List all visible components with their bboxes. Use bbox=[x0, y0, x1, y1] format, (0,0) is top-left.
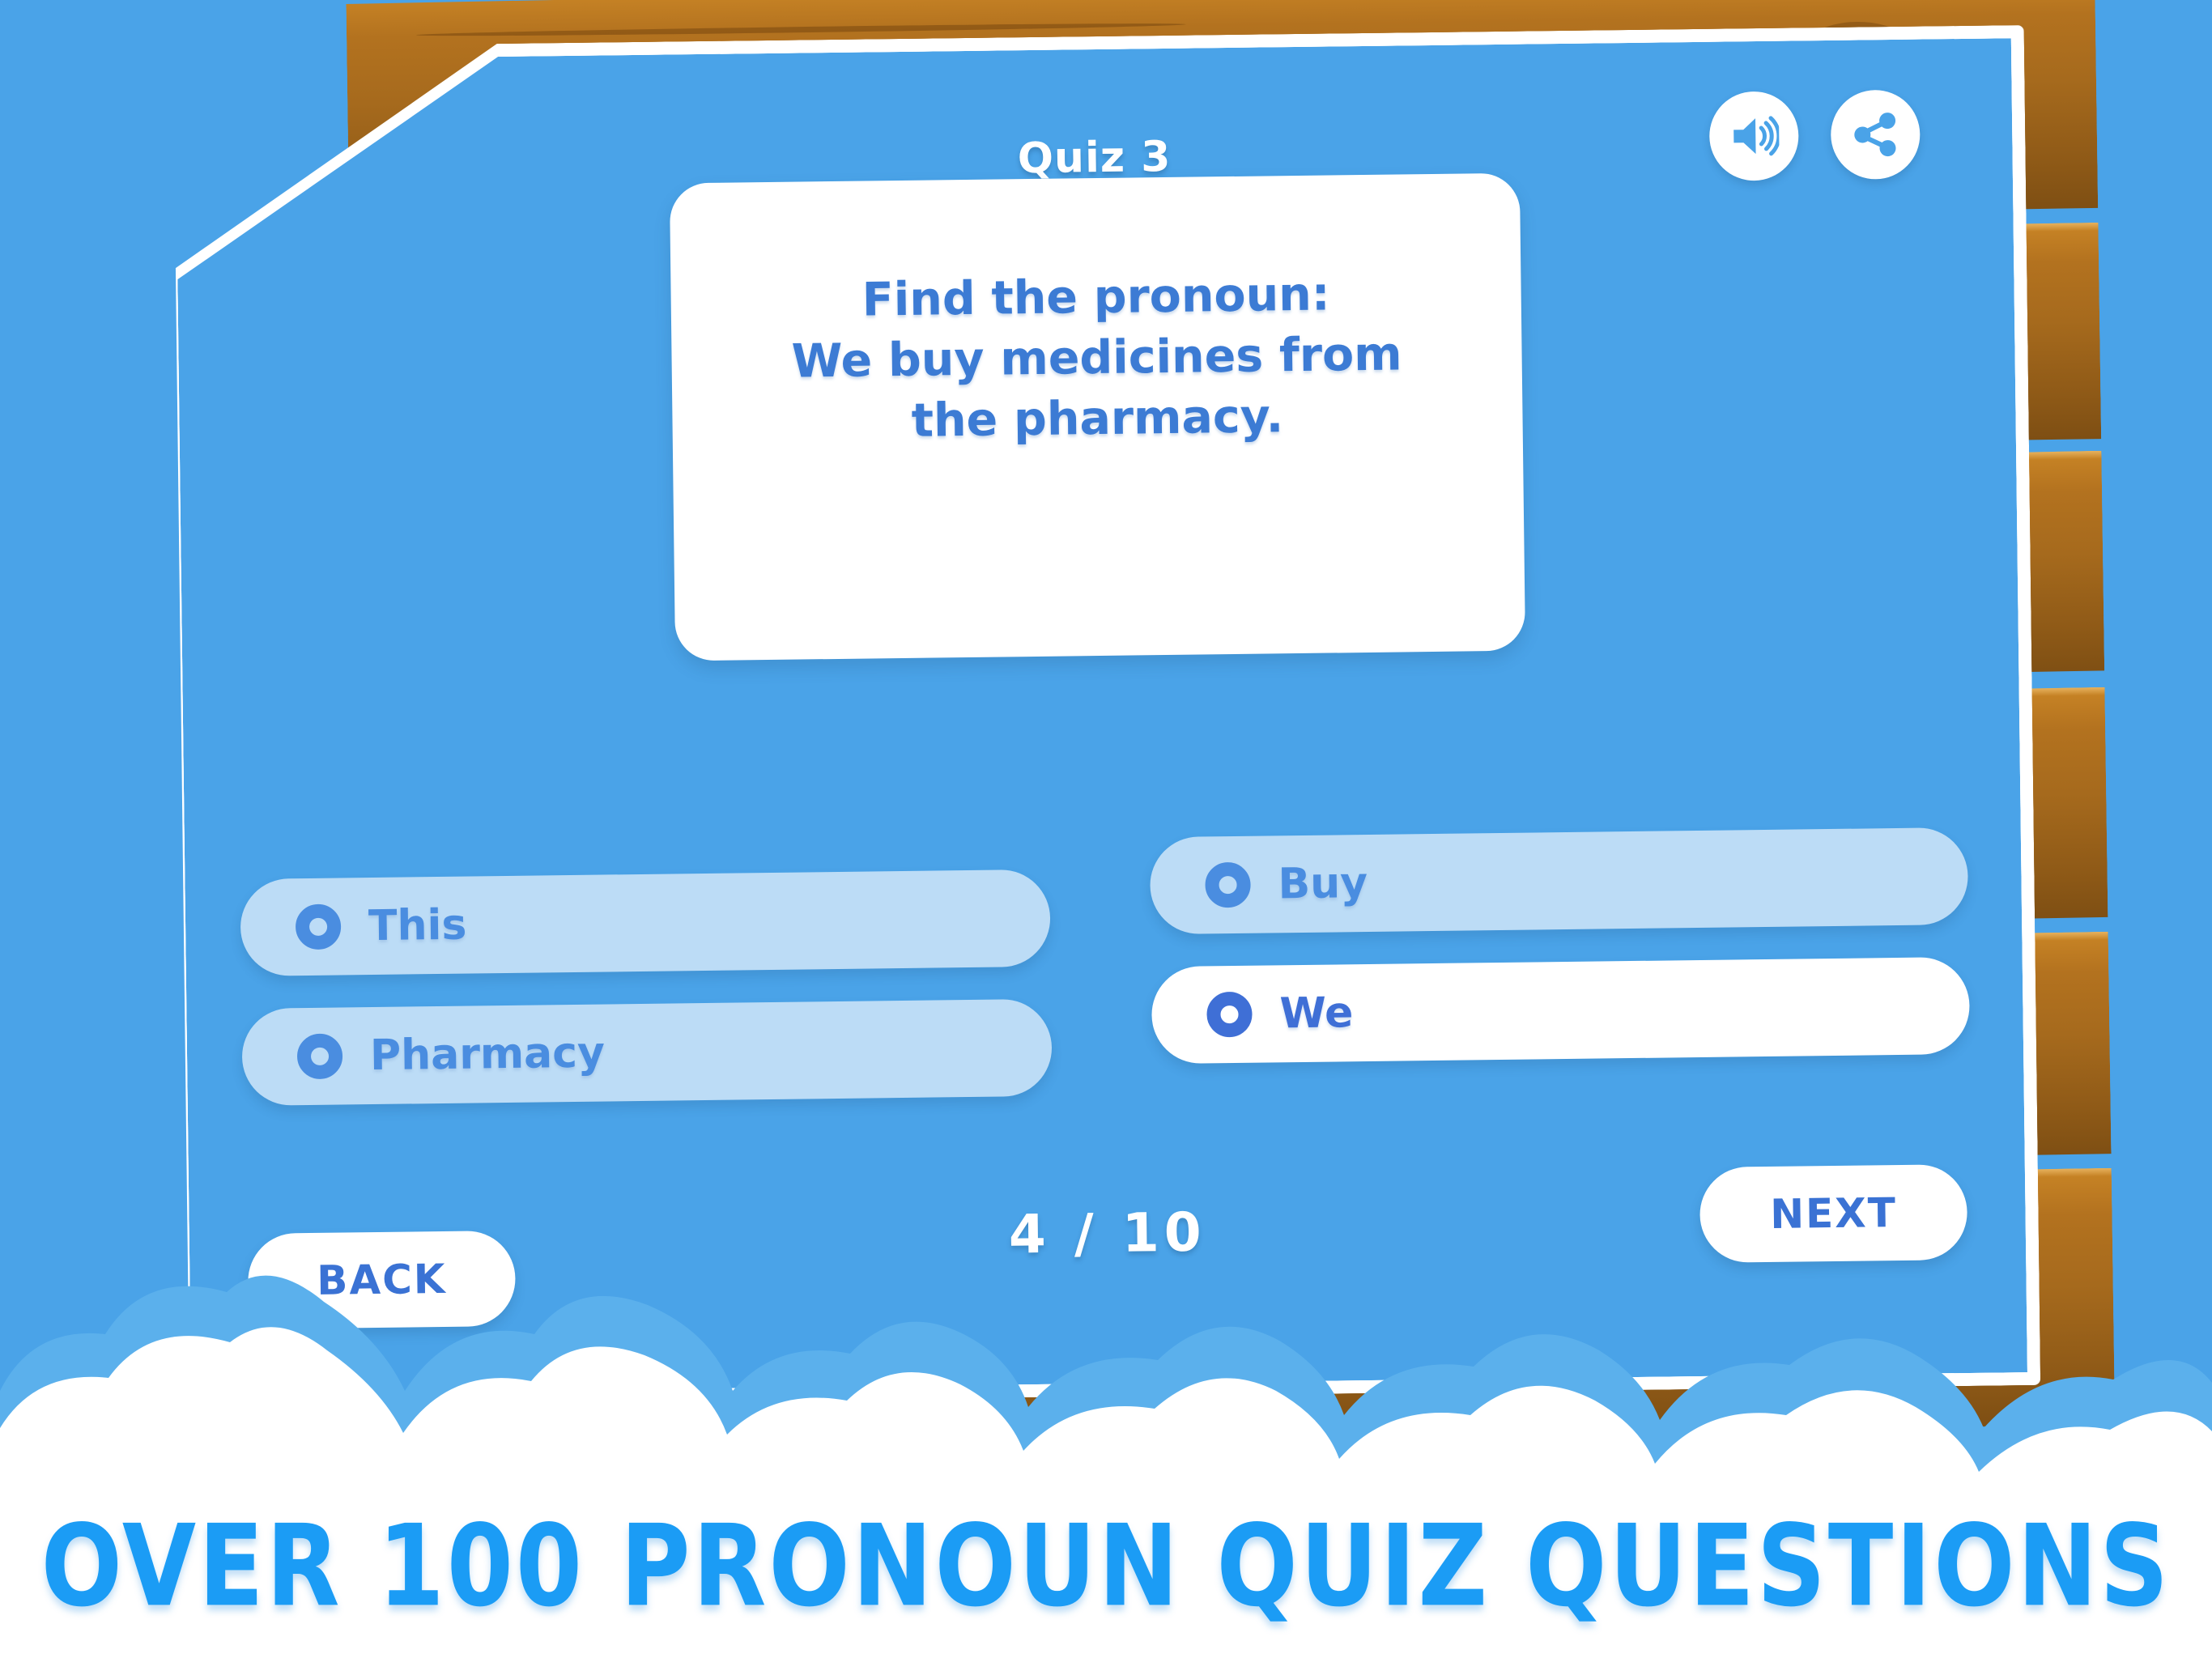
next-button[interactable]: NEXT bbox=[1699, 1163, 1968, 1264]
answer-option-label: Pharmacy bbox=[369, 1028, 606, 1081]
radio-icon-selected bbox=[1206, 991, 1253, 1038]
radio-icon bbox=[295, 903, 342, 950]
answer-option-label: Buy bbox=[1278, 858, 1368, 909]
quiz-panel: Quiz 3 Find the pronoun: We buy medicine… bbox=[162, 25, 2040, 1408]
answer-option-pharmacy[interactable]: Pharmacy bbox=[241, 998, 1053, 1106]
promo-banner: OVER 100 PRONOUN QUIZ QUESTIONS bbox=[0, 1473, 2212, 1658]
question-card: Find the pronoun: We buy medicines from … bbox=[669, 172, 1526, 661]
answer-options: This Pharmacy Buy We bbox=[172, 827, 2038, 1173]
answer-option-label: We bbox=[1279, 988, 1354, 1039]
answer-option-this[interactable]: This bbox=[240, 869, 1051, 977]
question-text: Find the pronoun: We buy medicines from … bbox=[791, 267, 1402, 449]
share-icon bbox=[1852, 111, 1899, 159]
radio-icon bbox=[296, 1033, 343, 1080]
answer-option-label: This bbox=[368, 900, 467, 951]
radio-icon bbox=[1205, 861, 1251, 908]
speaker-volume-icon bbox=[1729, 113, 1780, 159]
promo-banner-text: OVER 100 PRONOUN QUIZ QUESTIONS bbox=[40, 1499, 2172, 1632]
answer-option-we[interactable]: We bbox=[1151, 956, 1971, 1065]
answer-option-buy[interactable]: Buy bbox=[1149, 827, 1969, 935]
app-screen: Quiz 3 Find the pronoun: We buy medicine… bbox=[0, 0, 2212, 1658]
